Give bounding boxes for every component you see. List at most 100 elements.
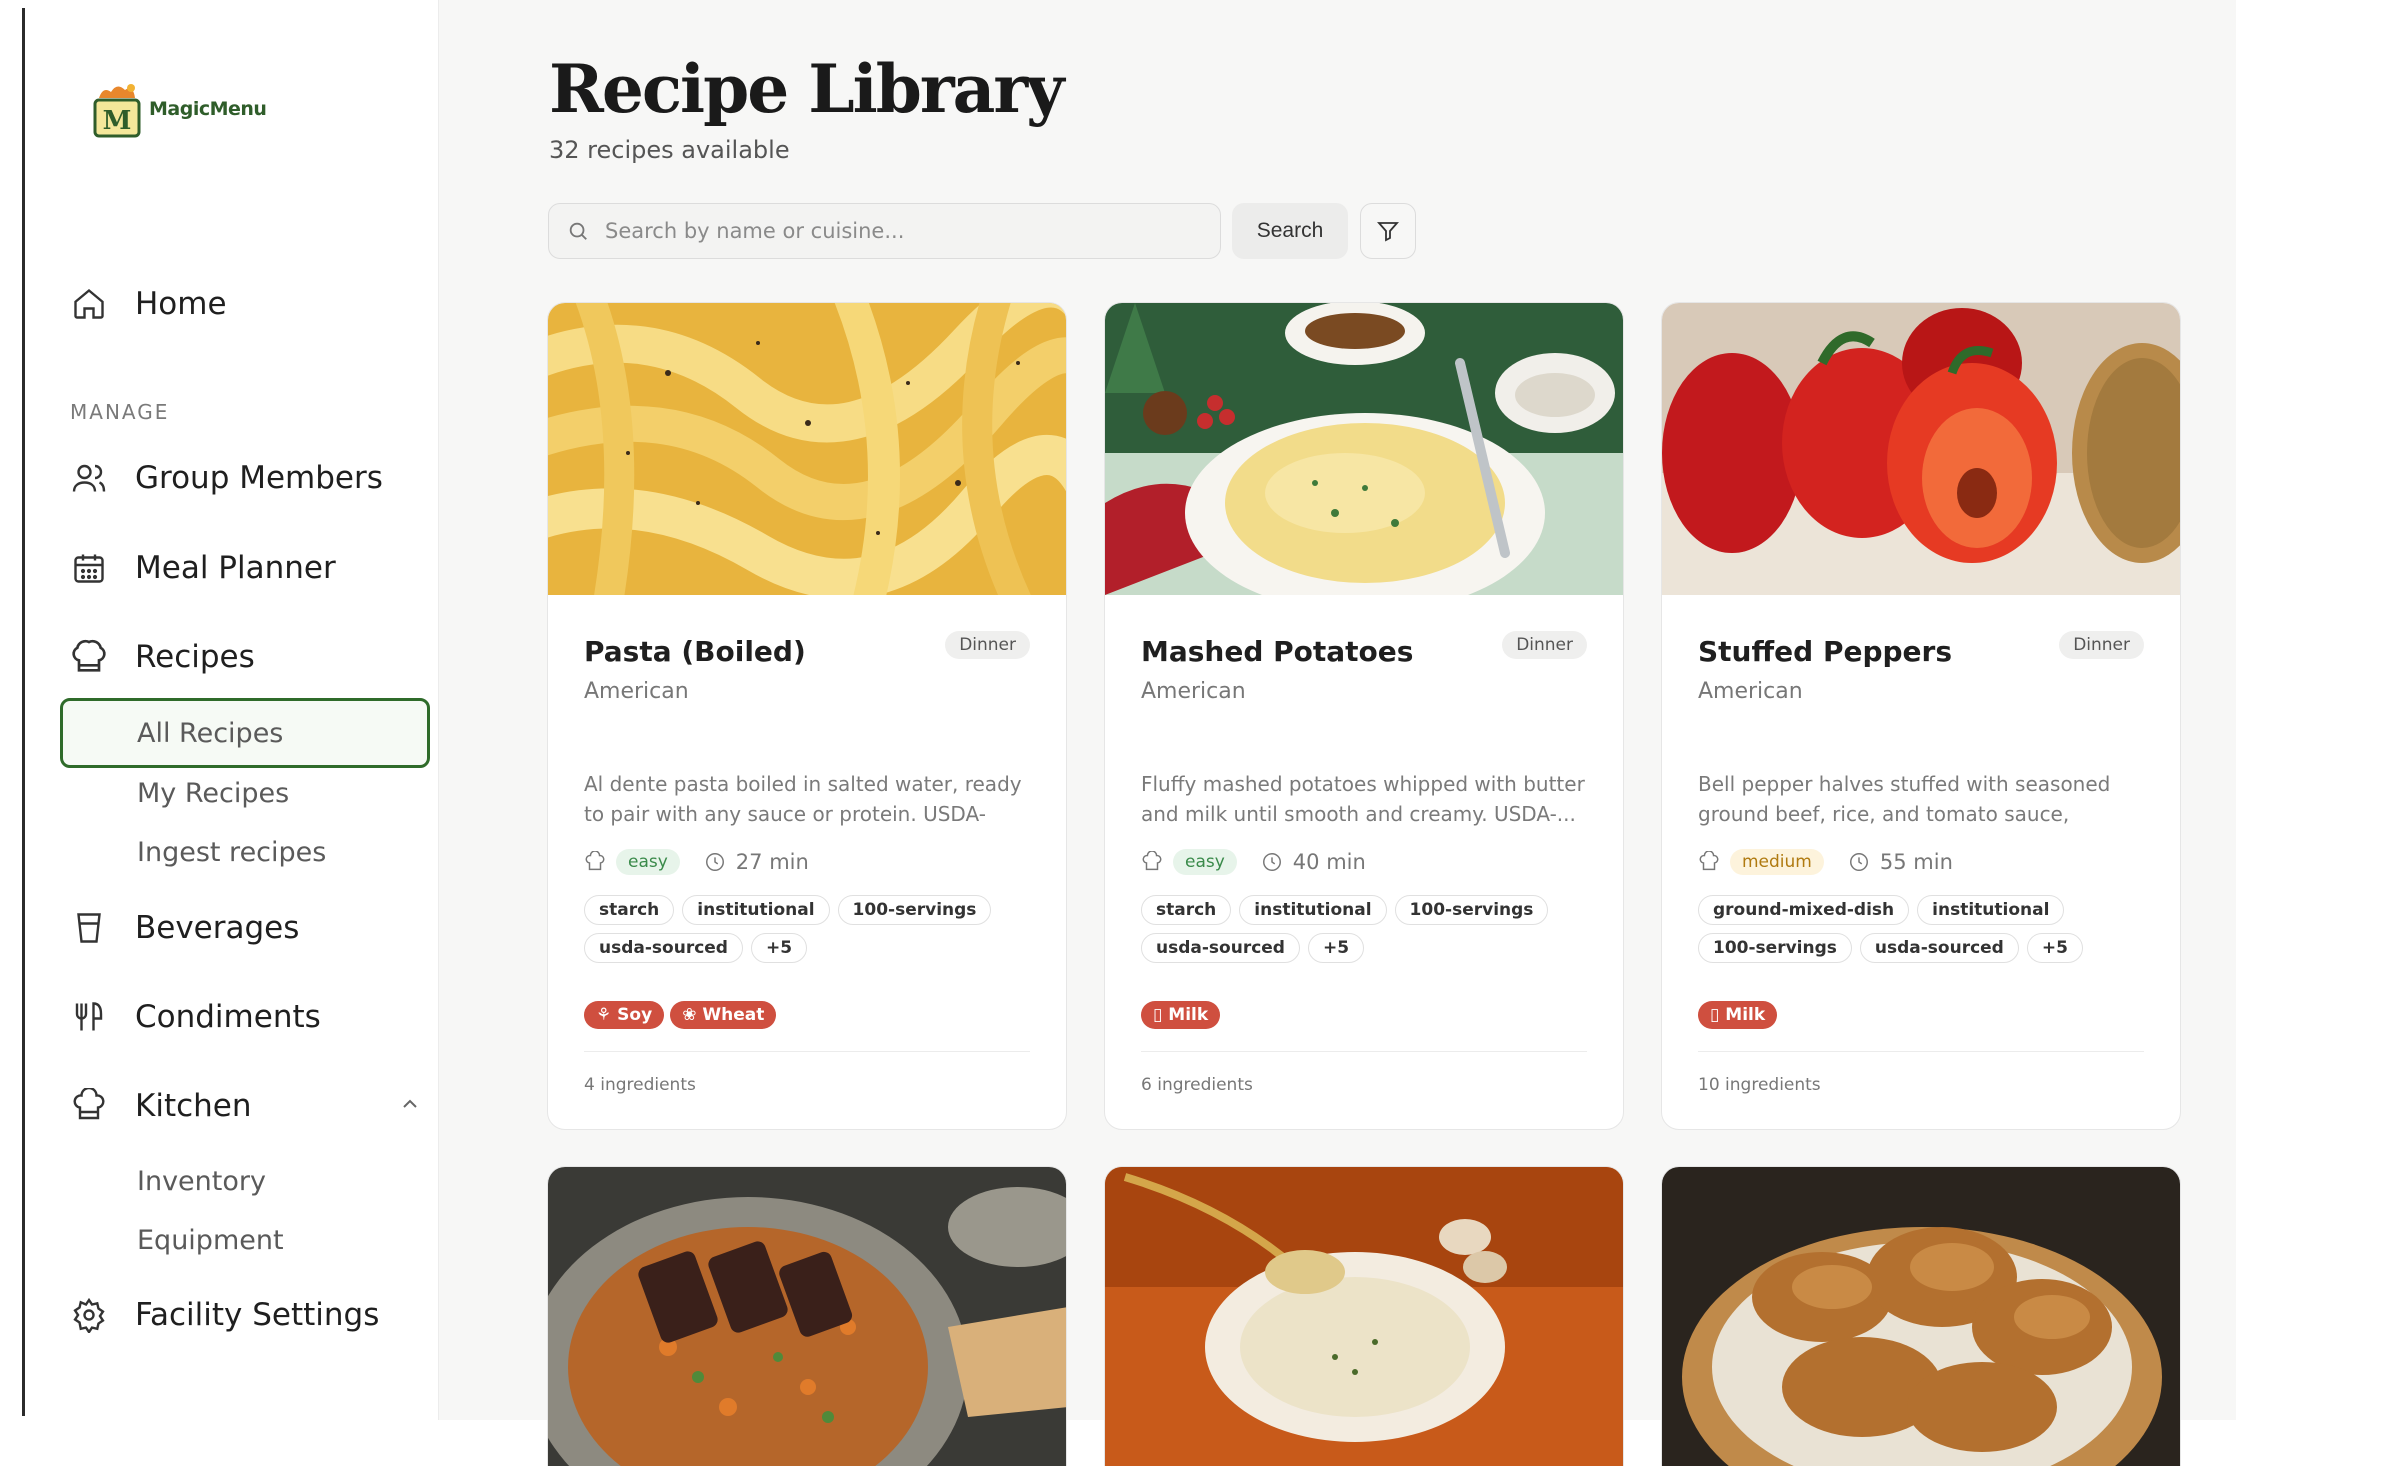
allergen-badge: ▯ Milk xyxy=(1698,1001,1778,1029)
tag: starch xyxy=(584,895,675,925)
recipe-image-fried-chicken xyxy=(1662,1167,2180,1466)
tag: 100-servings xyxy=(1394,895,1549,925)
meal-badge: Dinner xyxy=(945,631,1030,659)
recipe-description: Fluffy mashed potatoes whipped with butt… xyxy=(1141,772,1585,826)
sub-my-recipes[interactable]: My Recipes xyxy=(137,778,289,809)
chef-hat-icon xyxy=(69,1086,109,1126)
search-icon xyxy=(569,222,587,240)
tag-more[interactable]: +5 xyxy=(1307,933,1365,963)
allergen-list: ▯ Milk xyxy=(1141,1001,1221,1029)
tag: institutional xyxy=(1917,895,2065,925)
recipe-image-steak-bowl xyxy=(548,1167,1066,1466)
chevron-up-icon[interactable] xyxy=(398,1092,422,1116)
chef-hat-icon xyxy=(1699,851,1719,871)
nav-kitchen-label: Kitchen xyxy=(135,1088,252,1124)
nav-beverages[interactable]: Beverages xyxy=(69,908,299,948)
tag-list: starch institutional 100-servings usda-s… xyxy=(1141,895,1611,963)
chef-hat-icon xyxy=(69,637,109,677)
recipe-card[interactable]: Mashed Potatoes Dinner American Fluffy m… xyxy=(1104,302,1624,1130)
ingredient-count: 4 ingredients xyxy=(584,1075,696,1095)
home-icon xyxy=(69,284,109,324)
search-box[interactable] xyxy=(548,203,1221,259)
nav-home[interactable]: Home xyxy=(69,284,227,324)
recipe-card[interactable] xyxy=(547,1166,1067,1466)
tag: starch xyxy=(1141,895,1232,925)
recipe-title: Mashed Potatoes xyxy=(1141,635,1414,668)
cook-time: 40 min xyxy=(1292,850,1366,874)
app-root: M MagicMenu Home MANAGE Group Members Me… xyxy=(0,0,2406,1466)
cup-icon xyxy=(69,908,109,948)
calendar-icon xyxy=(69,548,109,588)
nav-facility-settings[interactable]: Facility Settings xyxy=(69,1295,379,1335)
logo-letter: M xyxy=(103,106,132,136)
tag-list: ground-mixed-dish institutional 100-serv… xyxy=(1698,895,2168,963)
nav-condiments[interactable]: Condiments xyxy=(69,997,321,1037)
nav-group-members[interactable]: Group Members xyxy=(69,458,383,498)
tag: institutional xyxy=(682,895,830,925)
recipe-meta: medium 55 min xyxy=(1698,849,1953,875)
tag: 100-servings xyxy=(1698,933,1852,963)
utensils-icon xyxy=(69,997,109,1037)
nav-meal-planner[interactable]: Meal Planner xyxy=(69,548,336,588)
recipe-cuisine: American xyxy=(1698,679,1803,704)
tag: usda-sourced xyxy=(584,933,743,963)
nav-beverages-label: Beverages xyxy=(135,910,300,946)
recipe-card[interactable] xyxy=(1104,1166,1624,1466)
sub-equipment[interactable]: Equipment xyxy=(137,1225,284,1256)
recipe-image-stuffed-peppers xyxy=(1662,303,2180,595)
meal-badge: Dinner xyxy=(2059,631,2144,659)
recipe-title: Pasta (Boiled) xyxy=(584,635,806,668)
cook-time: 27 min xyxy=(735,850,809,874)
filter-button[interactable] xyxy=(1360,203,1416,259)
recipe-cuisine: American xyxy=(584,679,689,704)
search-button[interactable]: Search xyxy=(1232,203,1348,259)
ingredient-count: 6 ingredients xyxy=(1141,1075,1253,1095)
nav-group-members-label: Group Members xyxy=(135,460,383,496)
allergen-label: Milk xyxy=(1168,1005,1209,1025)
clock-icon xyxy=(705,853,724,871)
section-label-manage: MANAGE xyxy=(70,400,170,424)
chef-hat-icon xyxy=(585,851,605,871)
nav-facility-settings-label: Facility Settings xyxy=(135,1297,380,1333)
recipe-card[interactable] xyxy=(1661,1166,2181,1466)
wheat-icon: ❀ xyxy=(682,1005,703,1025)
search-input[interactable] xyxy=(605,219,1185,243)
recipe-card[interactable]: Pasta (Boiled) Dinner American Al dente … xyxy=(547,302,1067,1130)
gear-icon xyxy=(69,1295,109,1335)
allergen-label: Milk xyxy=(1725,1005,1766,1025)
recipe-card[interactable]: Stuffed Peppers Dinner American Bell pep… xyxy=(1661,302,2181,1130)
tag-list: starch institutional 100-servings usda-s… xyxy=(584,895,1054,963)
cook-time: 55 min xyxy=(1879,850,1953,874)
allergen-label: Wheat xyxy=(702,1005,765,1025)
tag-more[interactable]: +5 xyxy=(2026,933,2083,963)
recipe-image-soup xyxy=(1105,1167,1623,1466)
ingredient-count: 10 ingredients xyxy=(1698,1075,1821,1095)
sub-all-recipes[interactable]: All Recipes xyxy=(137,718,283,749)
sub-ingest-recipes[interactable]: Ingest recipes xyxy=(137,837,326,868)
allergen-badge: ⚘ Soy xyxy=(584,1001,665,1029)
allergen-badge: ❀ Wheat xyxy=(670,1001,777,1029)
difficulty-badge: easy xyxy=(616,849,680,875)
nav-kitchen[interactable]: Kitchen xyxy=(69,1086,252,1126)
recipe-description: Bell pepper halves stuffed with seasoned… xyxy=(1698,772,2111,826)
logo-icon: M xyxy=(93,84,141,138)
recipe-description: Al dente pasta boiled in salted water, r… xyxy=(584,772,1022,826)
sub-inventory[interactable]: Inventory xyxy=(137,1166,266,1197)
clock-icon xyxy=(1262,853,1281,871)
tag-more[interactable]: +5 xyxy=(750,933,808,963)
tag: institutional xyxy=(1239,895,1387,925)
nav-recipes[interactable]: Recipes xyxy=(69,637,255,677)
recipe-cuisine: American xyxy=(1141,679,1246,704)
milk-icon: ▯ xyxy=(1153,1005,1169,1025)
allergen-badge: ▯ Milk xyxy=(1141,1001,1221,1029)
divider xyxy=(584,1051,1030,1052)
nav-meal-planner-label: Meal Planner xyxy=(135,550,336,586)
recipe-image-pasta xyxy=(548,303,1066,595)
tag: usda-sourced xyxy=(1859,933,2019,963)
logo[interactable]: M MagicMenu xyxy=(91,78,267,140)
milk-icon: ▯ xyxy=(1710,1005,1726,1025)
difficulty-badge: medium xyxy=(1730,849,1824,875)
clock-icon xyxy=(1849,853,1868,871)
tag: usda-sourced xyxy=(1141,933,1300,963)
recipe-meta: easy 27 min xyxy=(584,849,809,875)
